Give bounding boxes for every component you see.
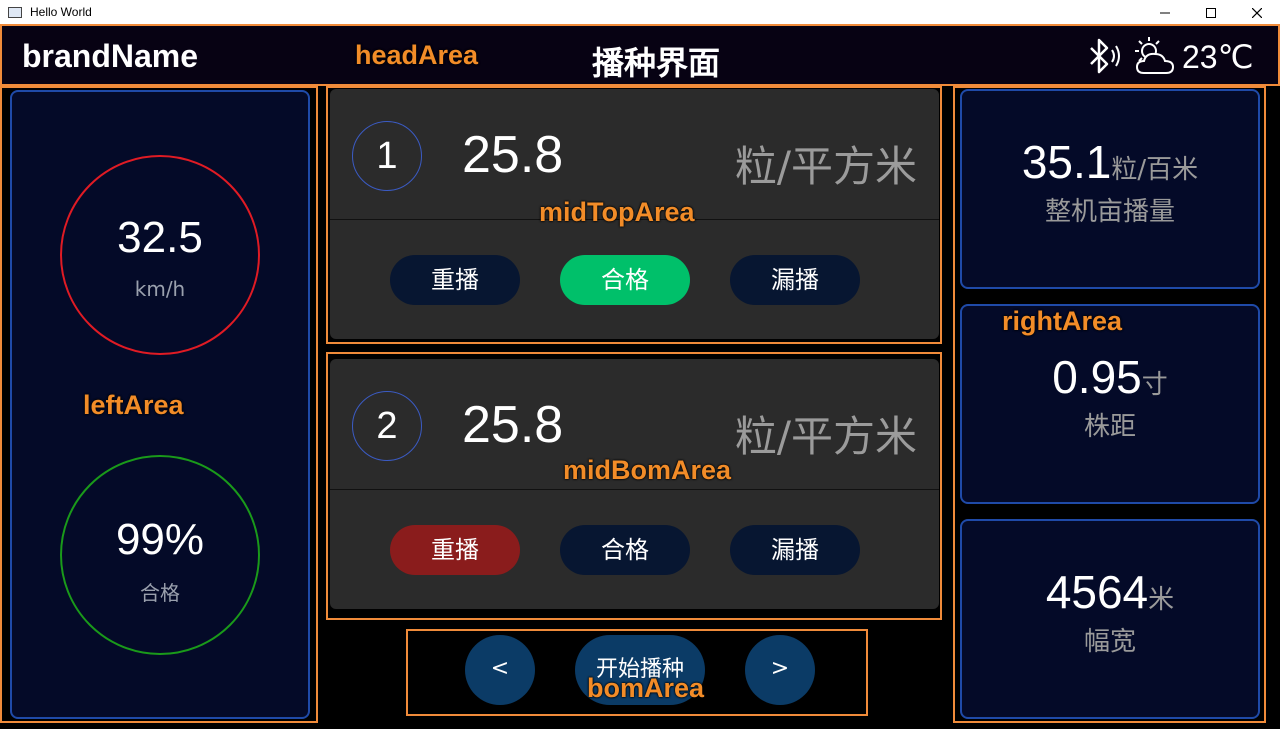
quality-gauge: 99% 合格 <box>60 455 260 655</box>
minimize-button[interactable] <box>1142 0 1188 26</box>
maximize-button[interactable] <box>1188 0 1234 26</box>
working-width-value: 4564 <box>1045 566 1149 618</box>
working-width-label: 幅宽 <box>1083 627 1136 657</box>
bom-area-label: bomArea <box>587 673 705 703</box>
head-area-label: headArea <box>355 40 479 70</box>
quality-value: 99% <box>115 515 205 564</box>
app-icon <box>8 7 22 18</box>
plant-spacing-value: 0.95 <box>1052 351 1142 403</box>
maximize-icon <box>1206 8 1216 18</box>
close-icon <box>1252 8 1262 18</box>
close-button[interactable] <box>1234 0 1280 26</box>
next-button[interactable]: > <box>745 635 815 705</box>
card-divider <box>330 489 939 490</box>
row-index-badge: 2 <box>352 391 422 461</box>
seed-density-unit: 粒/平方米 <box>734 412 917 461</box>
brand-name: brandName <box>22 38 199 74</box>
seeding-rate-value: 35.1 <box>1021 136 1112 188</box>
seed-density-value: 25.8 <box>462 396 564 454</box>
seeding-rate-card: 35.1粒/百米 整机亩播量 <box>960 89 1260 289</box>
head-area: brandName headArea 播种界面 23℃ <box>0 24 1280 86</box>
mid-top-area-label: midTopArea <box>539 197 695 227</box>
mid-top-card: 1 25.8 粒/平方米 midTopArea 重播 合格 漏播 <box>330 89 939 339</box>
window-titlebar: Hello World <box>0 0 1280 26</box>
seeding-rate-label: 整机亩播量 <box>1044 197 1175 227</box>
plant-spacing-card: rightArea 0.95寸 株距 <box>960 304 1260 504</box>
seed-density-unit: 粒/平方米 <box>734 142 917 191</box>
plant-spacing-label: 株距 <box>1083 412 1136 442</box>
quality-label: 合格 <box>140 581 180 605</box>
speed-value: 32.5 <box>117 213 203 262</box>
missed-seed-button[interactable]: 漏播 <box>730 525 860 575</box>
row-index-badge: 1 <box>352 121 422 191</box>
working-width-card: 4564米 幅宽 <box>960 519 1260 719</box>
missed-seed-button[interactable]: 漏播 <box>730 255 860 305</box>
reseed-button[interactable]: 重播 <box>390 255 520 305</box>
window-title: Hello World <box>30 5 92 19</box>
minimize-icon <box>1160 12 1170 14</box>
right-area-label: rightArea <box>1002 306 1123 336</box>
temperature: 23℃ <box>1182 39 1254 75</box>
left-area-label: leftArea <box>83 390 184 420</box>
page-title: 播种界面 <box>592 44 721 82</box>
bluetooth-icon <box>1090 38 1120 74</box>
plant-spacing-unit: 寸 <box>1141 370 1168 400</box>
prev-button[interactable]: < <box>465 635 535 705</box>
seeding-rate-unit: 粒/百米 <box>1111 155 1199 185</box>
mid-bom-area-label: midBomArea <box>563 455 732 485</box>
weather-partly-cloudy-icon <box>1135 37 1175 74</box>
reseed-button[interactable]: 重播 <box>390 525 520 575</box>
bom-area: < 开始播种 > bomArea <box>406 629 868 716</box>
seed-density-value: 25.8 <box>462 126 564 184</box>
qualified-button[interactable]: 合格 <box>560 525 690 575</box>
speed-gauge: 32.5 km/h <box>60 155 260 355</box>
working-width-unit: 米 <box>1148 585 1175 615</box>
qualified-button[interactable]: 合格 <box>560 255 690 305</box>
mid-bom-card: 2 25.8 粒/平方米 midBomArea 重播 合格 漏播 <box>330 359 939 609</box>
speed-unit: km/h <box>134 277 186 301</box>
left-area-panel: 32.5 km/h leftArea 99% 合格 <box>10 90 310 719</box>
